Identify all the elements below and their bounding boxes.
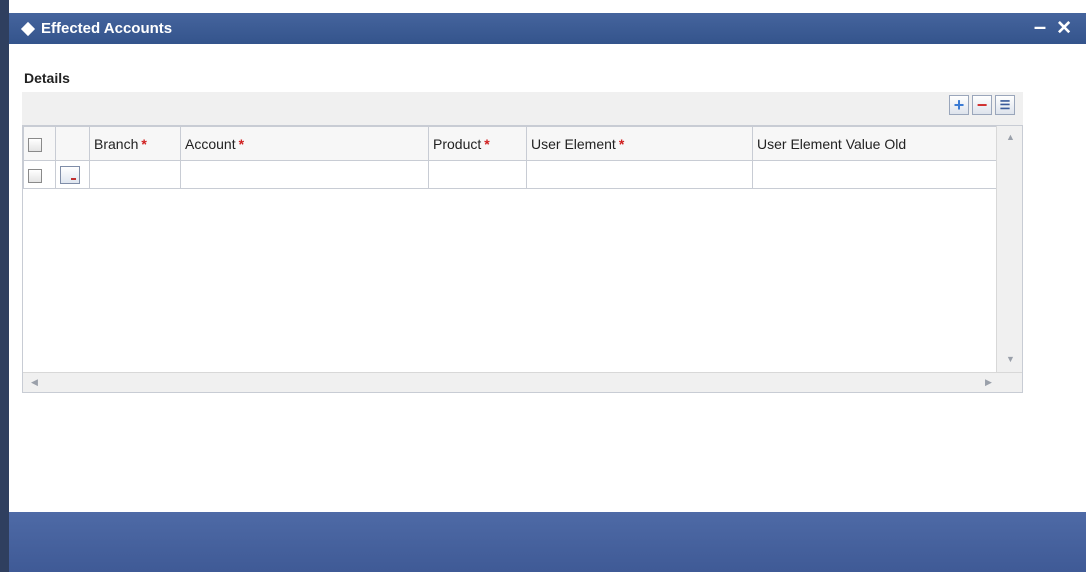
effected-accounts-window: Effected Accounts – ✕ Details + − ☰ Bran…: [0, 0, 1086, 572]
details-section-label: Details: [24, 70, 70, 86]
required-marker: *: [238, 135, 245, 152]
row-detail-icon[interactable]: [60, 165, 80, 184]
window-controls: – ✕: [1034, 13, 1072, 44]
scroll-left-icon[interactable]: ◀: [31, 377, 38, 388]
delete-icon[interactable]: −: [972, 95, 992, 115]
cell-branch[interactable]: [89, 160, 181, 189]
grid-toolbar: + − ☰: [22, 92, 1023, 126]
row-select-cell: [23, 160, 56, 189]
cell-user-element[interactable]: [526, 160, 753, 189]
select-all-checkbox[interactable]: [28, 137, 42, 152]
cell-account[interactable]: [180, 160, 429, 189]
table-header-row: Branch * Account * Product * User Element *: [23, 126, 997, 161]
title-bar: Effected Accounts – ✕: [9, 13, 1086, 44]
required-marker: *: [141, 135, 147, 152]
column-header-user-element[interactable]: User Element *: [526, 126, 753, 161]
footer-bar: [9, 512, 1086, 572]
window-left-edge: [0, 0, 9, 572]
header-icon-cell: [55, 126, 90, 161]
list-icon[interactable]: ☰: [995, 95, 1015, 115]
add-icon[interactable]: +: [949, 95, 969, 115]
column-header-branch[interactable]: Branch *: [89, 126, 181, 161]
cell-product[interactable]: [428, 160, 527, 189]
column-label: User Element: [531, 135, 616, 152]
window-title: Effected Accounts: [41, 20, 173, 37]
scroll-down-icon[interactable]: ▼: [1006, 354, 1015, 364]
column-header-account[interactable]: Account *: [180, 126, 429, 161]
column-label: Product: [433, 135, 482, 152]
diamond-icon: [20, 21, 36, 36]
accounts-grid: Branch * Account * Product * User Element *: [22, 125, 1023, 393]
scroll-up-icon[interactable]: ▲: [1006, 132, 1015, 142]
required-marker: *: [484, 135, 490, 152]
close-icon[interactable]: ✕: [1056, 19, 1072, 38]
vertical-scrollbar[interactable]: ▲ ▼: [996, 126, 1022, 373]
scroll-right-icon[interactable]: ▶: [985, 377, 992, 388]
column-label: User Element Value Old: [757, 135, 907, 152]
row-icon-cell: [55, 160, 90, 189]
accounts-table: Branch * Account * Product * User Element *: [23, 126, 997, 189]
horizontal-scrollbar[interactable]: ◀ ▶: [23, 372, 1022, 392]
grid-toolbar-buttons: + − ☰: [949, 95, 1015, 115]
minimize-icon[interactable]: –: [1034, 15, 1046, 38]
column-label: Account: [185, 135, 236, 152]
column-header-product[interactable]: Product *: [428, 126, 527, 161]
table-row: [23, 160, 997, 189]
header-select-cell: [23, 126, 56, 161]
row-checkbox[interactable]: [28, 168, 42, 183]
required-marker: *: [618, 135, 625, 152]
grid-body: Branch * Account * Product * User Element *: [23, 126, 997, 373]
column-header-user-element-value-old[interactable]: User Element Value Old: [752, 126, 997, 161]
column-label: Branch: [94, 135, 139, 152]
cell-user-element-value-old[interactable]: [752, 160, 997, 189]
